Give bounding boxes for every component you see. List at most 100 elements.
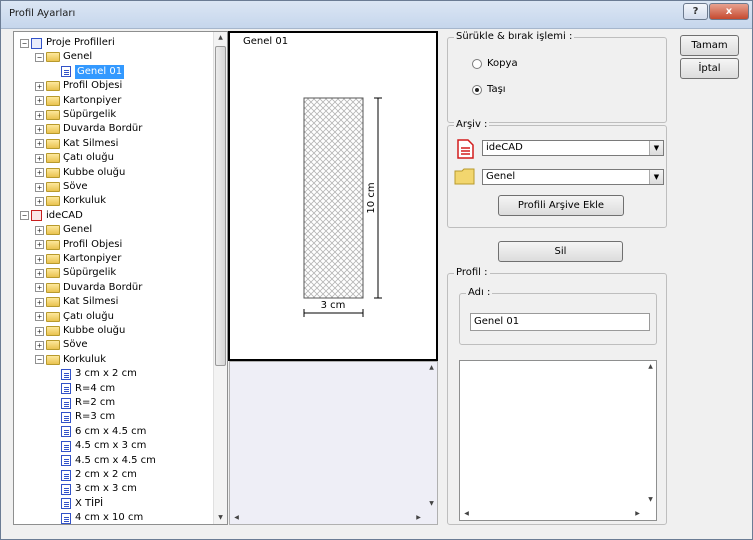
notes-hscroll[interactable]: ◀ ▶ (460, 508, 644, 520)
tree-node[interactable]: + Kubbe oluğu (35, 324, 125, 338)
profile-name-input[interactable]: Genel 01 (470, 313, 650, 331)
tree-node[interactable]: − Korkuluk (35, 353, 106, 367)
tree-node[interactable]: + Duvarda Bordür (35, 122, 142, 136)
archive-select[interactable]: ideCAD ▼ (482, 140, 664, 156)
close-button[interactable]: x (709, 3, 749, 20)
tree-node[interactable]: R=3 cm (50, 410, 115, 424)
expand-icon[interactable]: + (35, 196, 44, 206)
expand-icon[interactable]: + (35, 297, 44, 307)
notes-vscroll[interactable]: ▲ ▼ (644, 361, 656, 506)
expand-icon[interactable]: + (35, 81, 44, 91)
tree-node[interactable]: + Söve (35, 180, 88, 194)
expand-icon[interactable]: + (35, 124, 44, 134)
archive-folder-select[interactable]: Genel ▼ (482, 169, 664, 185)
profile-tree[interactable]: − Proje Profilleri − Genel Genel 01 + Profil O… (13, 31, 228, 525)
tree-scrollbar[interactable]: ▲ ▼ (213, 32, 227, 524)
collapse-icon[interactable]: − (35, 355, 44, 365)
tree-node-label: Korkuluk (63, 353, 107, 365)
expand-icon[interactable]: + (35, 153, 44, 163)
folder-icon (46, 297, 60, 308)
expand-icon[interactable]: + (35, 283, 44, 293)
library-icon (31, 37, 42, 49)
folder-icon (46, 95, 60, 106)
tree-node[interactable]: + Kartonpiyer (35, 252, 121, 266)
collapse-icon[interactable]: − (35, 52, 44, 62)
tree-node[interactable]: 3 cm x 2 cm (50, 367, 137, 381)
tree-node[interactable]: 2 cm x 2 cm (50, 468, 137, 482)
collapse-icon[interactable]: − (20, 38, 29, 48)
scroll-up-icon[interactable]: ▲ (214, 32, 227, 44)
preview-vscroll[interactable]: ▲ ▼ (425, 362, 437, 512)
tree-node[interactable]: + Kartonpiyer (35, 94, 121, 108)
collapse-icon[interactable]: − (20, 211, 29, 221)
tree-node[interactable]: 3 cm x 3 cm (50, 482, 137, 496)
preview-hscroll[interactable]: ◀ ▶ (230, 512, 425, 524)
scroll-left-icon[interactable]: ◀ (230, 512, 243, 524)
scroll-up-icon[interactable]: ▲ (425, 362, 438, 374)
tree-node[interactable]: + Profil Objesi (35, 238, 122, 252)
expand-icon[interactable]: + (35, 225, 44, 235)
expand-icon[interactable]: + (35, 168, 44, 178)
expand-icon[interactable]: + (35, 268, 44, 278)
tree-node-label: Süpürgelik (63, 109, 117, 120)
tree-node[interactable]: 4 cm x 10 cm (50, 511, 143, 524)
tree-node[interactable]: + Kat Silmesi (35, 295, 118, 309)
folder-icon (46, 182, 60, 192)
tree-node[interactable]: + Süpürgelik (35, 266, 116, 280)
tree-node-label: R=4 cm (75, 382, 116, 394)
tree-node[interactable]: + Genel (35, 223, 92, 237)
help-button[interactable]: ? (683, 3, 708, 20)
tree-node[interactable]: + Kat Silmesi (35, 137, 118, 151)
tree-node-label: Kubbe oluğu (63, 166, 126, 178)
tree-node[interactable]: + Çatı oluğu (35, 310, 114, 324)
tree-node[interactable]: 4.5 cm x 4.5 cm (50, 454, 156, 468)
expand-icon[interactable]: + (35, 139, 44, 149)
expand-icon[interactable]: + (35, 254, 44, 264)
tree-node-label: Kat Silmesi (63, 296, 119, 308)
tree-node[interactable]: Genel 01 (50, 64, 125, 79)
tree-node[interactable]: 6 cm x 4.5 cm (50, 425, 146, 439)
scroll-up-icon[interactable]: ▲ (644, 361, 657, 373)
delete-button[interactable]: Sil (498, 241, 623, 262)
expand-icon[interactable]: + (35, 182, 44, 192)
tree-node[interactable]: + Profil Objesi (35, 79, 122, 93)
scroll-right-icon[interactable]: ▶ (412, 512, 425, 524)
profile-notes-area[interactable]: ▲ ▼ ◀ ▶ (459, 360, 657, 521)
ok-button[interactable]: Tamam (680, 35, 739, 56)
tree-node[interactable]: R=4 cm (50, 382, 115, 396)
scroll-down-icon[interactable]: ▼ (214, 512, 227, 524)
expand-icon[interactable]: + (35, 110, 44, 120)
tree-node[interactable]: + Süpürgelik (35, 108, 116, 122)
tree-node[interactable]: + Duvarda Bordür (35, 281, 142, 295)
tree-node[interactable]: X TİPİ (50, 497, 103, 511)
tree-node[interactable]: + Kubbe oluğu (35, 166, 125, 180)
scroll-left-icon[interactable]: ◀ (460, 508, 473, 520)
tree-node[interactable]: 4.5 cm x 3 cm (50, 439, 146, 453)
expand-icon[interactable]: + (35, 326, 44, 336)
tree-node[interactable]: − Proje Profilleri (20, 36, 115, 50)
tree-node[interactable]: − Genel (35, 50, 92, 64)
preview-scroll-area[interactable]: ▲ ▼ ◀ ▶ (229, 361, 438, 525)
profile-file-icon (61, 368, 71, 380)
expand-icon[interactable]: + (35, 340, 44, 350)
profile-file-icon (61, 383, 71, 395)
profile-file-icon (61, 397, 71, 409)
tree-node[interactable]: − ideCAD (20, 209, 83, 223)
tree-node[interactable]: + Çatı oluğu (35, 151, 114, 165)
expand-icon[interactable]: + (35, 240, 44, 250)
folder-icon (46, 81, 60, 92)
scroll-right-icon[interactable]: ▶ (631, 508, 644, 520)
tree-node[interactable]: R=2 cm (50, 396, 115, 410)
tree-node[interactable]: + Korkuluk (35, 194, 106, 208)
cancel-button[interactable]: İptal (680, 58, 739, 79)
scroll-down-icon[interactable]: ▼ (425, 498, 438, 510)
copy-radio[interactable]: Kopya (472, 58, 518, 69)
expand-icon[interactable]: + (35, 312, 44, 322)
tree-node[interactable]: + Söve (35, 338, 88, 352)
expand-icon[interactable]: + (35, 96, 44, 106)
tree-node-label: 2 cm x 2 cm (75, 469, 137, 480)
move-radio[interactable]: Taşı (472, 84, 506, 95)
tree-scroll-thumb[interactable] (215, 46, 226, 366)
add-to-archive-button[interactable]: Profili Arşive Ekle (498, 195, 624, 216)
scroll-down-icon[interactable]: ▼ (644, 494, 657, 506)
